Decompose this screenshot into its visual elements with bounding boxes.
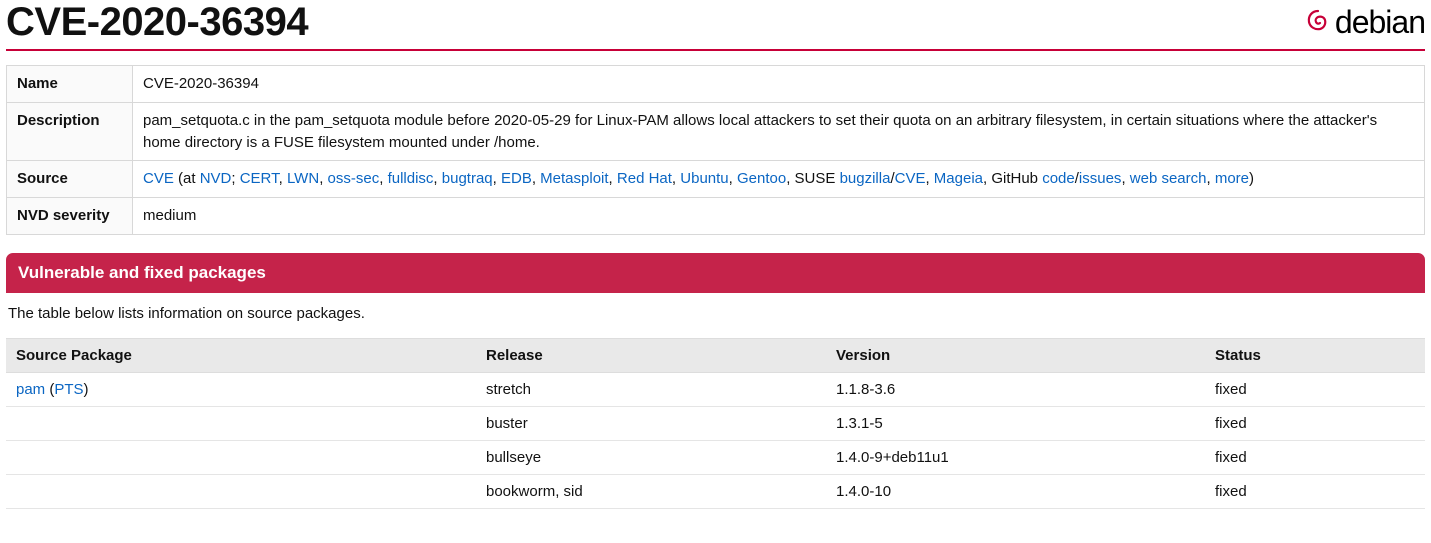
- pkg-cell-release: stretch: [476, 372, 826, 406]
- pkg-link-pam[interactable]: pam: [16, 381, 45, 398]
- info-value-description: pam_setquota.c in the pam_setquota modul…: [133, 102, 1425, 161]
- source-link-lwn[interactable]: LWN: [287, 170, 319, 187]
- pkg-cell-source-package: [6, 474, 476, 508]
- pkg-cell-source-package: [6, 406, 476, 440]
- source-link-web-search[interactable]: web search: [1130, 170, 1207, 187]
- info-label-name: Name: [7, 66, 133, 103]
- info-row-nvd-severity: NVD severity medium: [7, 198, 1425, 235]
- page-title: CVE-2020-36394: [6, 0, 308, 45]
- source-link-bugzilla[interactable]: bugzilla: [840, 170, 891, 187]
- pkg-header-source-package: Source Package: [6, 338, 476, 372]
- source-text-github: GitHub: [991, 170, 1042, 187]
- source-link-cve2[interactable]: CVE: [895, 170, 926, 187]
- pkg-cell-status: fixed: [1205, 372, 1425, 406]
- pkg-header-version: Version: [826, 338, 1205, 372]
- debian-logo-text: debian: [1335, 4, 1425, 41]
- info-label-description: Description: [7, 102, 133, 161]
- info-row-description: Description pam_setquota.c in the pam_se…: [7, 102, 1425, 161]
- pkg-cell-version: 1.3.1-5: [826, 406, 1205, 440]
- info-label-nvd-severity: NVD severity: [7, 198, 133, 235]
- source-link-more[interactable]: more: [1215, 170, 1249, 187]
- section-header-vulnerable: Vulnerable and fixed packages: [6, 253, 1425, 293]
- source-link-fulldisc[interactable]: fulldisc: [388, 170, 434, 187]
- pkg-link-pts[interactable]: PTS: [54, 381, 83, 398]
- pkg-cell-source-package: [6, 440, 476, 474]
- table-row: pam (PTS) stretch 1.1.8-3.6 fixed: [6, 372, 1425, 406]
- table-row: buster 1.3.1-5 fixed: [6, 406, 1425, 440]
- packages-header-row: Source Package Release Version Status: [6, 338, 1425, 372]
- info-table: Name CVE-2020-36394 Description pam_setq…: [6, 65, 1425, 235]
- page: CVE-2020-36394 debian Name CVE-2020-3639…: [0, 0, 1431, 519]
- pkg-cell-source-package: pam (PTS): [6, 372, 476, 406]
- source-link-ubuntu[interactable]: Ubuntu: [680, 170, 728, 187]
- debian-logo[interactable]: debian: [1303, 4, 1425, 41]
- source-link-metasploit[interactable]: Metasploit: [540, 170, 608, 187]
- source-link-mageia[interactable]: Mageia: [934, 170, 983, 187]
- source-link-code[interactable]: code: [1042, 170, 1075, 187]
- packages-intro: The table below lists information on sou…: [8, 305, 1425, 322]
- info-row-source: Source CVE (at NVD; CERT, LWN, oss-sec, …: [7, 161, 1425, 198]
- pkg-cell-status: fixed: [1205, 440, 1425, 474]
- pkg-cell-version: 1.1.8-3.6: [826, 372, 1205, 406]
- packages-table: Source Package Release Version Status pa…: [6, 338, 1425, 509]
- source-link-oss-sec[interactable]: oss-sec: [328, 170, 380, 187]
- pkg-cell-release: buster: [476, 406, 826, 440]
- pkg-cell-release: bookworm, sid: [476, 474, 826, 508]
- source-link-red-hat[interactable]: Red Hat: [617, 170, 672, 187]
- source-link-cert[interactable]: CERT: [240, 170, 279, 187]
- pkg-header-status: Status: [1205, 338, 1425, 372]
- source-text-suse: SUSE: [795, 170, 840, 187]
- source-link-cve[interactable]: CVE: [143, 170, 174, 187]
- info-label-source: Source: [7, 161, 133, 198]
- source-link-nvd[interactable]: NVD: [200, 170, 232, 187]
- pkg-cell-release: bullseye: [476, 440, 826, 474]
- source-link-bugtraq[interactable]: bugtraq: [442, 170, 493, 187]
- pkg-cell-version: 1.4.0-9+deb11u1: [826, 440, 1205, 474]
- source-link-edb[interactable]: EDB: [501, 170, 532, 187]
- source-link-gentoo[interactable]: Gentoo: [737, 170, 786, 187]
- info-value-source: CVE (at NVD; CERT, LWN, oss-sec, fulldis…: [133, 161, 1425, 198]
- pkg-cell-status: fixed: [1205, 474, 1425, 508]
- pkg-cell-status: fixed: [1205, 406, 1425, 440]
- source-link-issues[interactable]: issues: [1079, 170, 1122, 187]
- info-row-name: Name CVE-2020-36394: [7, 66, 1425, 103]
- table-row: bookworm, sid 1.4.0-10 fixed: [6, 474, 1425, 508]
- info-value-name: CVE-2020-36394: [133, 66, 1425, 103]
- pkg-cell-version: 1.4.0-10: [826, 474, 1205, 508]
- table-row: bullseye 1.4.0-9+deb11u1 fixed: [6, 440, 1425, 474]
- debian-swirl-icon: [1303, 5, 1333, 41]
- header-row: CVE-2020-36394 debian: [6, 0, 1425, 51]
- info-value-nvd-severity: medium: [133, 198, 1425, 235]
- pkg-header-release: Release: [476, 338, 826, 372]
